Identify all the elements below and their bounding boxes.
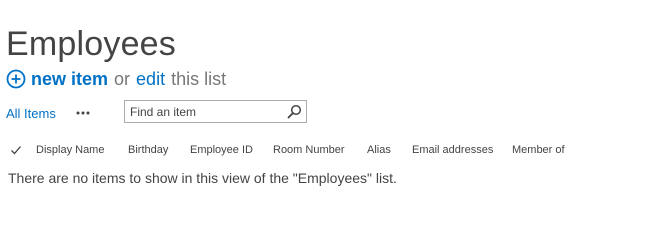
edit-list-link[interactable]: edit — [136, 69, 165, 90]
page-title: Employees — [6, 24, 176, 63]
ellipsis-icon — [76, 111, 90, 115]
checkmark-icon[interactable] — [10, 144, 22, 156]
plus-circle-icon[interactable] — [6, 69, 26, 89]
column-header-display-name[interactable]: Display Name — [36, 144, 104, 156]
column-header-email-addresses[interactable]: Email addresses — [412, 144, 493, 156]
empty-list-message: There are no items to show in this view … — [8, 170, 397, 186]
search-icon[interactable] — [287, 104, 302, 119]
new-item-bar: new item or edit this list — [6, 66, 226, 92]
column-header-room-number[interactable]: Room Number — [273, 144, 345, 156]
column-header-member-of[interactable]: Member of — [512, 144, 565, 156]
all-items-view-link[interactable]: All Items — [6, 106, 56, 121]
or-text: or — [114, 68, 131, 89]
search-input[interactable] — [125, 101, 280, 122]
new-item-link[interactable]: new item — [31, 69, 108, 90]
more-views-button[interactable] — [74, 103, 92, 123]
search-box — [124, 100, 307, 123]
column-header-alias[interactable]: Alias — [367, 144, 391, 156]
column-header-employee-id[interactable]: Employee ID — [190, 144, 253, 156]
this-list-text: this list — [171, 68, 227, 89]
column-header-birthday[interactable]: Birthday — [128, 144, 168, 156]
view-selector: All Items — [6, 100, 92, 126]
